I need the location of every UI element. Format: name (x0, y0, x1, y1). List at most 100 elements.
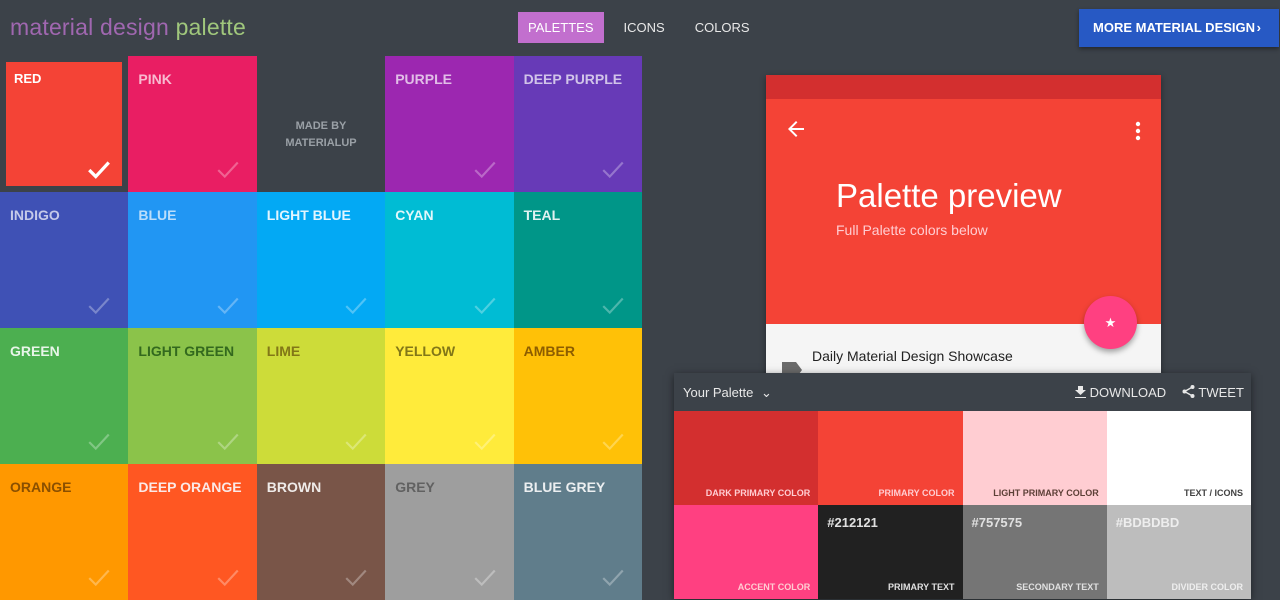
share-icon (1182, 385, 1195, 398)
color-tile-label: GREEN (10, 343, 60, 359)
check-icon (217, 569, 239, 587)
check-icon (602, 569, 624, 587)
more-material-design-button[interactable]: MORE MATERIAL DESIGN › (1079, 9, 1279, 47)
tweet-button[interactable]: TWEET (1182, 385, 1244, 400)
swatch-hex: #757575 (971, 515, 1023, 530)
swatch-label: DIVIDER COLOR (1171, 582, 1243, 592)
swatch-hex: #212121 (827, 515, 878, 530)
check-icon (345, 297, 367, 315)
check-icon (474, 161, 496, 179)
color-tile-grey[interactable]: GREY (385, 464, 514, 600)
logo-part1: material design (10, 14, 169, 40)
check-icon (217, 297, 239, 315)
color-tile-label: INDIGO (10, 207, 60, 223)
more-button-label: MORE MATERIAL DESIGN (1093, 20, 1256, 35)
swatch-label: PRIMARY TEXT (887, 582, 955, 592)
fab-star-button[interactable]: ★ (1084, 296, 1137, 349)
palette-header: Your Palette ⌄ DOWNLOAD TWEET (674, 373, 1251, 411)
check-icon (474, 433, 496, 451)
color-tile-deep-purple[interactable]: DEEP PURPLE (513, 56, 642, 192)
color-tile-indigo[interactable]: INDIGO (0, 192, 129, 328)
color-tile-blue-grey[interactable]: BLUE GREY (513, 464, 642, 600)
made-by-text: MADE BY MATERIALUP (285, 120, 357, 149)
swatch-primary-text[interactable]: #212121 PRIMARY TEXT (818, 505, 963, 599)
color-tile-lime[interactable]: LIME (256, 328, 386, 464)
your-palette-label: Your Palette (683, 385, 754, 400)
check-icon (88, 433, 110, 451)
color-tile-orange[interactable]: ORANGE (0, 464, 129, 600)
palette-swatches: DARK PRIMARY COLOR PRIMARY COLOR LIGHT PRI… (674, 411, 1251, 599)
swatch-label: LIGHT PRIMARY COLOR (993, 488, 1099, 498)
chevron-down-icon: ⌄ (760, 385, 772, 400)
color-tile-pink[interactable]: PINK (128, 56, 257, 192)
check-icon (602, 161, 624, 179)
swatch-hex: #BDBDBD (1115, 515, 1180, 530)
swatch-text-icons[interactable]: TEXT / ICONS (1106, 411, 1251, 505)
color-tile-yellow[interactable]: YELLOW (385, 328, 514, 464)
color-tile-deep-orange[interactable]: DEEP ORANGE (128, 464, 257, 600)
swatch-label: PRIMARY COLOR (878, 488, 955, 498)
check-icon (217, 161, 239, 179)
swatch-light-primary-color[interactable]: LIGHT PRIMARY COLOR (962, 411, 1107, 505)
swatch-accent-color[interactable]: ACCENT COLOR (674, 505, 819, 599)
color-tile-label: DEEP PURPLE (523, 71, 623, 87)
color-tile-purple[interactable]: PURPLE (385, 56, 514, 192)
color-tile-label: LIGHT GREEN (138, 343, 235, 359)
check-icon (602, 433, 624, 451)
download-icon (1075, 386, 1086, 398)
color-tile-label: PURPLE (395, 71, 452, 87)
swatch-dark-primary-color[interactable]: DARK PRIMARY COLOR (674, 411, 819, 505)
color-tile-label: LIME (266, 343, 301, 359)
check-icon (88, 297, 110, 315)
download-button[interactable]: DOWNLOAD (1075, 385, 1166, 400)
check-icon (345, 433, 367, 451)
color-tile-green[interactable]: GREEN (0, 328, 129, 464)
color-tile-cyan[interactable]: CYAN (385, 192, 514, 328)
made-by-materialup[interactable]: MADE BY MATERIALUP (256, 56, 386, 192)
check-icon (345, 569, 367, 587)
swatch-label: ACCENT COLOR (737, 582, 811, 592)
nav-colors[interactable]: COLORS (685, 12, 760, 43)
color-tile-teal[interactable]: TEAL (513, 192, 642, 328)
check-icon (88, 569, 110, 587)
logo-part2: palette (175, 14, 247, 40)
color-tile-red[interactable]: RED (0, 56, 129, 192)
swatch-divider-color[interactable]: #BDBDBD DIVIDER COLOR (1106, 505, 1251, 599)
color-tile-label: PINK (138, 71, 172, 87)
color-tile-label: BROWN (266, 479, 322, 495)
your-palette-dropdown[interactable]: Your Palette ⌄ (683, 385, 772, 401)
arrow-back-icon[interactable] (784, 117, 808, 141)
swatch-label: TEXT / ICONS (1183, 488, 1243, 498)
color-tile-label: AMBER (523, 343, 575, 359)
star-icon: ★ (1104, 315, 1117, 330)
color-tile-label: RED (14, 71, 42, 86)
status-bar (766, 75, 1161, 99)
color-tile-label: YELLOW (395, 343, 456, 359)
check-icon (602, 297, 624, 315)
color-tile-label: LIGHT BLUE (266, 207, 351, 223)
color-tile-light-green[interactable]: LIGHT GREEN (128, 328, 257, 464)
tweet-label: TWEET (1198, 385, 1244, 400)
app-bar: Palette preview Full Palette colors belo… (766, 99, 1161, 324)
color-tile-brown[interactable]: BROWN (256, 464, 386, 600)
swatch-label: DARK PRIMARY COLOR (705, 488, 811, 498)
download-label: DOWNLOAD (1089, 385, 1167, 400)
preview-list-item: Daily Material Design Showcase (812, 348, 1013, 364)
swatch-primary-color[interactable]: PRIMARY COLOR (818, 411, 963, 505)
swatch-secondary-text[interactable]: #757575 SECONDARY TEXT (962, 505, 1107, 599)
nav-icons[interactable]: ICONS (614, 12, 675, 43)
nav-palettes[interactable]: PALETTES (518, 12, 604, 43)
top-bar: material design palette PALETTES ICONS C… (0, 0, 1280, 56)
color-tile-blue[interactable]: BLUE (128, 192, 257, 328)
your-palette-panel: Your Palette ⌄ DOWNLOAD TWEET DARK PRIMA… (674, 373, 1251, 599)
check-icon (88, 161, 111, 179)
color-tile-light-blue[interactable]: LIGHT BLUE (256, 192, 386, 328)
check-icon (474, 569, 496, 587)
color-tile-label: ORANGE (10, 479, 72, 495)
color-tile-label: BLUE GREY (523, 479, 606, 495)
more-vert-icon[interactable] (1135, 121, 1141, 141)
swatch-label: SECONDARY TEXT (1016, 582, 1099, 592)
check-icon (217, 433, 239, 451)
color-tile-amber[interactable]: AMBER (513, 328, 642, 464)
logo[interactable]: material design palette (10, 14, 246, 41)
